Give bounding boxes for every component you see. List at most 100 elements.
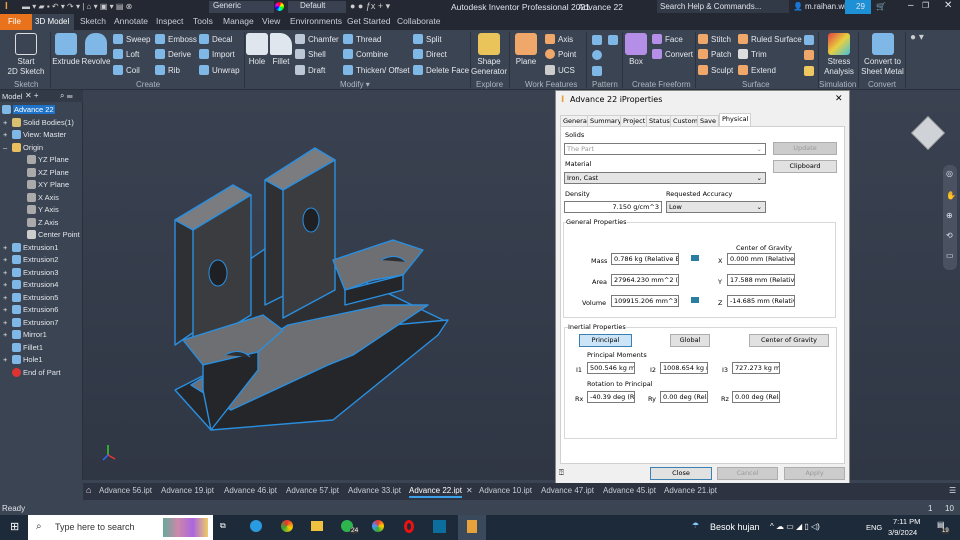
document-tab[interactable]: Advance 19.ipt: [161, 486, 214, 495]
fillet-button[interactable]: Fillet: [269, 33, 293, 67]
tree-item[interactable]: + View: Master: [3, 130, 66, 139]
expand-toggle-icon[interactable]: +: [3, 255, 10, 264]
loft-button[interactable]: Loft: [113, 49, 139, 59]
expand-toggle-icon[interactable]: +: [3, 293, 10, 302]
edge-icon[interactable]: [250, 520, 262, 532]
ribbon-options-icon[interactable]: ● ▾: [910, 32, 924, 43]
pan-icon[interactable]: ✋: [946, 191, 956, 200]
tab-status[interactable]: Status: [646, 115, 673, 126]
combine-button[interactable]: Combine: [343, 49, 388, 59]
search-icon[interactable]: ⌕ ☰: [60, 91, 73, 101]
tree-item[interactable]: + Extrusion6: [3, 305, 58, 314]
tab-menu-icon[interactable]: ☰: [949, 486, 956, 495]
close-window-button[interactable]: ✕: [944, 0, 952, 11]
opera-icon[interactable]: [404, 520, 414, 533]
tree-item[interactable]: Center Point: [18, 230, 80, 239]
thicken-offset-button[interactable]: Thicken/ Offset: [343, 65, 410, 75]
search-help-input[interactable]: Search Help & Commands...: [657, 0, 789, 13]
apply-button[interactable]: Apply: [784, 467, 845, 480]
expand-toggle-icon[interactable]: +: [3, 355, 10, 364]
expand-toggle-icon[interactable]: +: [3, 243, 10, 252]
fit-mesh-icon[interactable]: [804, 50, 814, 60]
i2-field[interactable]: 1008.654 kg m: [660, 362, 708, 374]
restore-button[interactable]: ❐: [922, 1, 929, 10]
tab-manage[interactable]: Manage: [223, 16, 254, 26]
circular-pattern-icon[interactable]: [592, 50, 602, 60]
sweep-button[interactable]: Sweep: [113, 34, 150, 44]
clock-time[interactable]: 7:11 PM: [893, 517, 920, 526]
tree-item[interactable]: – Origin: [3, 142, 43, 152]
point-button[interactable]: Point: [545, 49, 576, 59]
trim-button[interactable]: Trim: [738, 49, 767, 59]
cog-x-field[interactable]: 0.000 mm (Relative E: [727, 253, 795, 265]
i3-field[interactable]: 727.273 kg mm: [732, 362, 780, 374]
orbit-icon[interactable]: ⟲: [946, 231, 953, 240]
sketch-driven-pattern-icon[interactable]: [592, 66, 602, 76]
app-icon[interactable]: [433, 520, 446, 533]
expand-toggle-icon[interactable]: +: [3, 305, 10, 314]
center-of-gravity-button[interactable]: Center of Gravity: [749, 334, 829, 347]
box-button[interactable]: Box: [624, 33, 648, 67]
tree-item[interactable]: + Extrusion7: [3, 317, 58, 327]
area-field[interactable]: 27964.230 mm^2 (Re: [611, 274, 679, 286]
group-label-modify[interactable]: Modify ▾: [340, 80, 370, 89]
expand-toggle-icon[interactable]: +: [3, 268, 10, 277]
cancel-button[interactable]: Cancel: [717, 467, 778, 480]
tab-sketch[interactable]: Sketch: [80, 16, 106, 26]
rib-button[interactable]: Rib: [155, 65, 180, 75]
system-tray-icons[interactable]: ^ ☁ ▭ ◢ ▯ ◁): [770, 522, 820, 531]
tab-tools[interactable]: Tools: [193, 16, 213, 26]
shell-button[interactable]: Shell: [295, 49, 326, 59]
tab-collaborate[interactable]: Collaborate: [397, 16, 440, 26]
rectangular-pattern-icon[interactable]: [592, 35, 602, 45]
document-tab[interactable]: Advance 21.ipt: [664, 486, 717, 495]
convert-to-sheet-metal-button[interactable]: Convert to Sheet Metal: [860, 33, 905, 77]
tree-item[interactable]: XY Plane: [18, 180, 69, 189]
document-tab[interactable]: Advance 22.ipt: [409, 486, 462, 498]
axis-button[interactable]: Axis: [545, 34, 573, 44]
direct-button[interactable]: Direct: [413, 49, 447, 59]
tab-annotate[interactable]: Annotate: [114, 16, 148, 26]
notifications-button[interactable]: 29: [845, 0, 871, 14]
language-indicator[interactable]: ENG: [866, 523, 882, 532]
update-button[interactable]: Update: [773, 142, 837, 155]
cog-y-field[interactable]: 17.588 mm (Relative I: [727, 274, 795, 286]
expand-toggle-icon[interactable]: +: [3, 130, 10, 139]
task-view-icon[interactable]: ⧉: [220, 521, 226, 531]
unwrap-button[interactable]: Unwrap: [199, 65, 240, 75]
principal-button[interactable]: Principal: [579, 334, 632, 347]
tree-item[interactable]: Fillet1: [3, 342, 43, 352]
repair-icon[interactable]: [804, 35, 814, 45]
tab-view[interactable]: View: [262, 16, 280, 26]
volume-accuracy-icon[interactable]: [691, 297, 699, 303]
cog-z-field[interactable]: -14.685 mm (Relative: [727, 295, 795, 307]
tree-item[interactable]: XZ Plane: [18, 167, 69, 177]
patch-button[interactable]: Patch: [698, 49, 731, 59]
tab-physical[interactable]: Physical: [719, 113, 752, 126]
close-tab-icon[interactable]: ✕: [466, 486, 473, 495]
document-tab[interactable]: Advance 45.ipt: [603, 486, 656, 495]
rz-field[interactable]: 0.00 deg (Relat: [732, 391, 780, 403]
i1-field[interactable]: 500.546 kg mm: [587, 362, 635, 374]
home-icon[interactable]: ⌂: [86, 485, 91, 495]
tree-item[interactable]: + Extrusion1: [3, 242, 58, 252]
chamfer-button[interactable]: Chamfer: [295, 34, 339, 44]
expand-toggle-icon[interactable]: +: [3, 330, 10, 339]
tab-file[interactable]: File: [0, 14, 32, 30]
tree-item[interactable]: + Extrusion5: [3, 292, 58, 302]
global-button[interactable]: Global: [670, 334, 710, 347]
tree-root[interactable]: Advance 22: [2, 105, 55, 114]
zoom-icon[interactable]: ⊕: [946, 211, 953, 220]
tree-item[interactable]: Z Axis: [18, 217, 58, 227]
color-wheel-icon[interactable]: [275, 2, 284, 11]
ruled-surface-button[interactable]: Ruled Surface: [738, 34, 802, 44]
steering-wheel-icon[interactable]: ◎: [946, 169, 953, 178]
chrome-icon[interactable]: [281, 520, 293, 532]
start-2d-sketch-button[interactable]: Start 2D Sketch: [6, 33, 46, 77]
document-tab[interactable]: Advance 10.ipt: [479, 486, 532, 495]
face-button[interactable]: Face: [652, 34, 683, 44]
expand-toggle-icon[interactable]: +: [3, 318, 10, 327]
tab-project[interactable]: Project: [620, 115, 649, 126]
mass-accuracy-icon[interactable]: [691, 255, 699, 261]
tree-item[interactable]: + Extrusion2: [3, 255, 58, 264]
